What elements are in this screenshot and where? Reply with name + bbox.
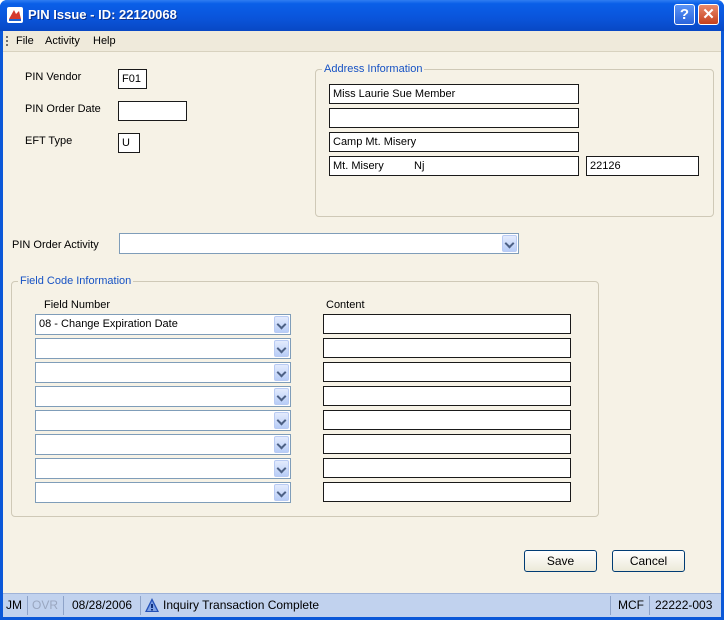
- menu-bar: File Activity Help: [3, 31, 721, 52]
- content-field[interactable]: [323, 434, 571, 454]
- window-title: PIN Issue - ID: 22120068: [28, 7, 177, 22]
- field-number-select[interactable]: [35, 482, 291, 503]
- app-icon: [7, 7, 23, 23]
- address-line1-field[interactable]: Miss Laurie Sue Member: [329, 84, 579, 104]
- field-number-select[interactable]: [35, 338, 291, 359]
- chevron-down-icon[interactable]: [274, 460, 289, 477]
- address-group-title: Address Information: [322, 63, 425, 75]
- field-code-group-title: Field Code Information: [18, 275, 134, 287]
- eft-type-label: EFT Type: [25, 135, 73, 147]
- zip-field[interactable]: 22126: [586, 156, 699, 176]
- status-divider: [649, 596, 650, 615]
- address-line2-field[interactable]: [329, 108, 579, 128]
- status-system: MCF: [618, 598, 644, 612]
- content-header: Content: [326, 299, 365, 311]
- content-field[interactable]: [323, 410, 571, 430]
- address-line3-field[interactable]: Camp Mt. Misery: [329, 132, 579, 152]
- field-number-header: Field Number: [44, 299, 111, 311]
- field-number-select[interactable]: [35, 362, 291, 383]
- pin-vendor-field[interactable]: F01: [118, 69, 147, 89]
- chevron-down-icon[interactable]: [502, 235, 517, 252]
- grip-icon: [6, 36, 8, 48]
- city-state-field[interactable]: Mt. Misery Nj: [329, 156, 579, 176]
- title-bar[interactable]: PIN Issue - ID: 22120068 ? ✕: [0, 0, 724, 31]
- status-user: JM: [6, 598, 22, 612]
- menu-activity[interactable]: Activity: [45, 35, 80, 47]
- chevron-down-icon[interactable]: [274, 436, 289, 453]
- chevron-down-icon[interactable]: [274, 340, 289, 357]
- close-button[interactable]: ✕: [698, 4, 719, 25]
- field-number-select[interactable]: [35, 410, 291, 431]
- cancel-button[interactable]: Cancel: [612, 550, 685, 572]
- field-number-select[interactable]: [35, 434, 291, 455]
- status-divider: [63, 596, 64, 615]
- content-field[interactable]: [323, 338, 571, 358]
- status-message: Inquiry Transaction Complete: [163, 598, 320, 612]
- pin-vendor-label: PIN Vendor: [25, 71, 82, 83]
- eft-type-field[interactable]: U: [118, 133, 140, 153]
- content-field[interactable]: [323, 386, 571, 406]
- chevron-down-icon[interactable]: [274, 364, 289, 381]
- app-window: PIN Issue - ID: 22120068 ? ✕ File Activi…: [0, 0, 724, 620]
- menu-help[interactable]: Help: [93, 35, 116, 47]
- pin-order-activity-select[interactable]: [119, 233, 519, 254]
- field-number-select[interactable]: [35, 386, 291, 407]
- field-number-select[interactable]: [35, 458, 291, 479]
- field-number-select[interactable]: 08 - Change Expiration Date: [35, 314, 291, 335]
- status-bar: JM OVR 08/28/2006 Inquiry Transaction Co…: [3, 593, 721, 617]
- pin-order-date-field[interactable]: [118, 101, 187, 121]
- chevron-down-icon[interactable]: [274, 388, 289, 405]
- status-date: 08/28/2006: [72, 598, 133, 612]
- city-value: Mt. Misery: [333, 160, 384, 172]
- status-divider: [610, 596, 611, 615]
- menu-file[interactable]: File: [16, 35, 34, 47]
- save-button[interactable]: Save: [524, 550, 597, 572]
- status-divider: [27, 596, 28, 615]
- content-field[interactable]: [323, 314, 571, 334]
- content-field[interactable]: [323, 458, 571, 478]
- chevron-down-icon[interactable]: [274, 412, 289, 429]
- content-field[interactable]: [323, 482, 571, 502]
- chevron-down-icon[interactable]: [274, 484, 289, 501]
- status-code: 22222-003: [655, 598, 713, 612]
- pin-order-date-label: PIN Order Date: [25, 103, 101, 115]
- chevron-down-icon[interactable]: [274, 316, 289, 333]
- content-field[interactable]: [323, 362, 571, 382]
- status-ovr: OVR: [32, 598, 59, 612]
- status-divider: [140, 596, 141, 615]
- help-button[interactable]: ?: [674, 4, 695, 25]
- field-number-value: 08 - Change Expiration Date: [39, 318, 178, 330]
- state-value: Nj: [414, 160, 425, 172]
- warning-icon: [145, 598, 159, 612]
- form-area: File Activity Help PIN Vendor F01 PIN Or…: [3, 31, 721, 617]
- pin-order-activity-label: PIN Order Activity: [12, 239, 99, 251]
